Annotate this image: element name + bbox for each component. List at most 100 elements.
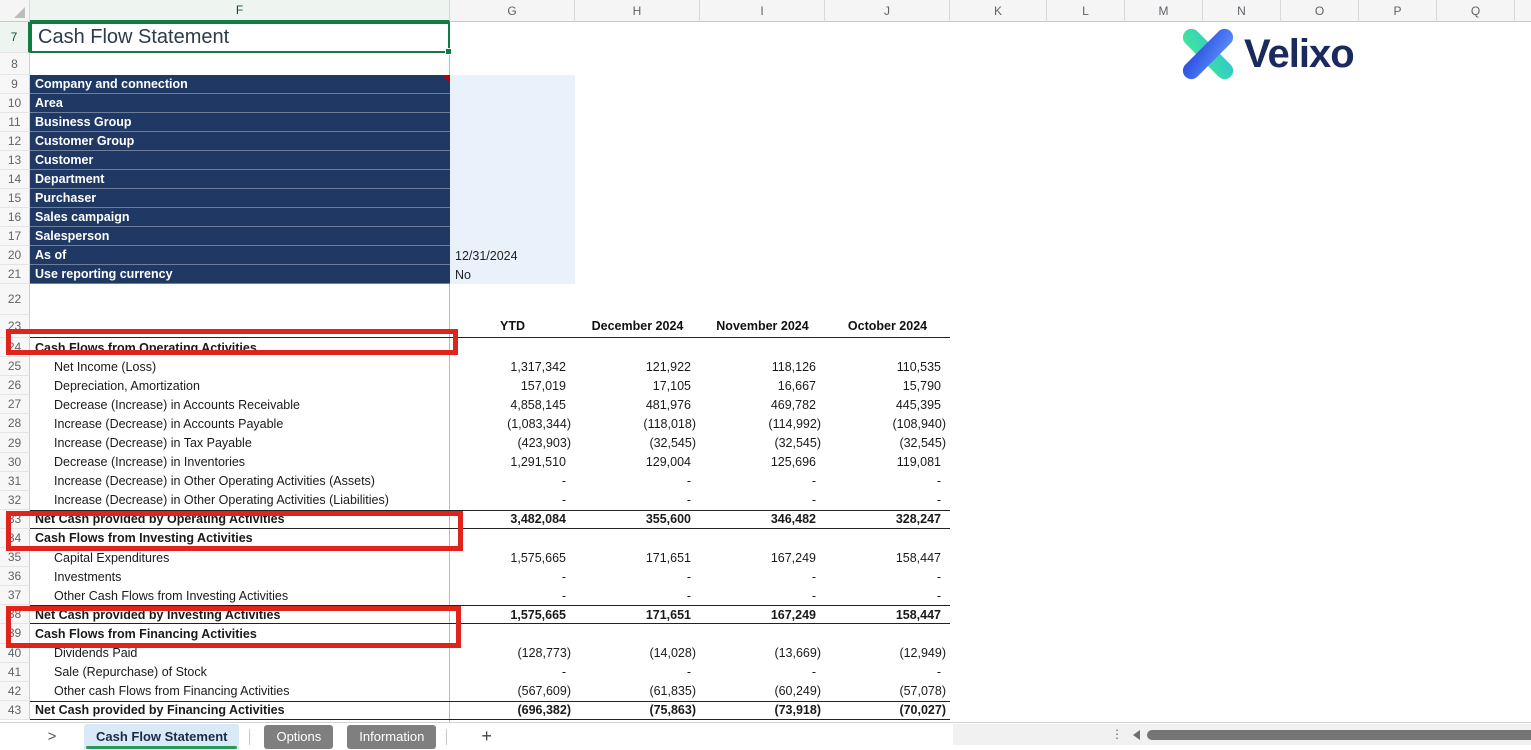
statement-value-cell[interactable]: -: [450, 491, 575, 510]
statement-value-cell[interactable]: 119,081: [825, 453, 950, 472]
statement-value-cell[interactable]: [575, 624, 700, 643]
statement-label-cell[interactable]: Sale (Repurchase) of Stock: [30, 663, 450, 682]
parameter-label-cell[interactable]: Salesperson: [30, 227, 450, 246]
row-number[interactable]: 8: [0, 53, 30, 75]
statement-label-cell[interactable]: Investments: [30, 567, 450, 586]
row-number[interactable]: 20: [0, 246, 30, 265]
statement-value-cell[interactable]: 125,696: [700, 453, 825, 472]
statement-label-cell[interactable]: Other cash Flows from Financing Activiti…: [30, 682, 450, 701]
statement-value-cell[interactable]: (696,382): [450, 702, 575, 719]
statement-value-cell[interactable]: (57,078): [825, 682, 950, 701]
statement-value-cell[interactable]: 16,667: [700, 376, 825, 395]
statement-value-cell[interactable]: -: [575, 491, 700, 510]
statement-value-cell[interactable]: (32,545): [825, 433, 950, 452]
parameter-label-cell[interactable]: Company and connection: [30, 75, 450, 94]
row-number[interactable]: 25: [0, 357, 30, 376]
tab-information[interactable]: Information: [347, 725, 436, 749]
period-header[interactable]: YTD: [450, 315, 575, 337]
statement-value-cell[interactable]: [575, 529, 700, 548]
row-number[interactable]: 41: [0, 663, 30, 682]
statement-value-cell[interactable]: -: [825, 586, 950, 605]
statement-value-cell[interactable]: (567,609): [450, 682, 575, 701]
selected-title-cell[interactable]: Cash Flow Statement: [30, 22, 450, 53]
period-header[interactable]: November 2024: [700, 315, 825, 337]
statement-value-cell[interactable]: (423,903): [450, 433, 575, 452]
row-number[interactable]: 17: [0, 227, 30, 246]
parameter-value-cell[interactable]: No: [450, 265, 575, 284]
statement-label-cell[interactable]: Increase (Decrease) in Other Operating A…: [30, 491, 450, 510]
fill-handle[interactable]: [445, 48, 452, 55]
row-number[interactable]: 9: [0, 75, 30, 94]
column-header-M[interactable]: M: [1125, 0, 1203, 22]
row-number[interactable]: 32: [0, 491, 30, 510]
column-header-Q[interactable]: Q: [1437, 0, 1515, 22]
column-header-O[interactable]: O: [1281, 0, 1359, 22]
statement-value-cell[interactable]: -: [450, 663, 575, 682]
parameter-label-cell[interactable]: Area: [30, 94, 450, 113]
parameter-label-cell[interactable]: As of: [30, 246, 450, 265]
column-header-K[interactable]: K: [950, 0, 1047, 22]
statement-value-cell[interactable]: 1,575,665: [450, 548, 575, 567]
statement-value-cell[interactable]: [450, 338, 575, 357]
statement-value-cell[interactable]: -: [575, 472, 700, 491]
statement-value-cell[interactable]: [700, 624, 825, 643]
parameter-label-cell[interactable]: Use reporting currency: [30, 265, 450, 284]
parameter-value-cell[interactable]: [450, 189, 575, 208]
statement-value-cell[interactable]: (13,669): [700, 644, 825, 663]
row-number[interactable]: 36: [0, 567, 30, 586]
statement-value-cell[interactable]: 328,247: [825, 511, 950, 528]
statement-label-cell[interactable]: Net Cash provided by Financing Activitie…: [30, 702, 450, 719]
statement-value-cell[interactable]: (73,918): [700, 702, 825, 719]
period-header[interactable]: October 2024: [825, 315, 950, 337]
statement-value-cell[interactable]: 129,004: [575, 453, 700, 472]
select-all-corner[interactable]: [0, 0, 30, 22]
statement-value-cell[interactable]: 469,782: [700, 395, 825, 414]
row-number[interactable]: 28: [0, 414, 30, 433]
parameter-label-cell[interactable]: Customer Group: [30, 132, 450, 151]
column-header-F[interactable]: F: [30, 0, 450, 22]
statement-label-cell[interactable]: Depreciation, Amortization: [30, 376, 450, 395]
column-header-I[interactable]: I: [700, 0, 825, 22]
column-header-J[interactable]: J: [825, 0, 950, 22]
statement-label-cell[interactable]: Increase (Decrease) in Other Operating A…: [30, 472, 450, 491]
row-number[interactable]: 10: [0, 94, 30, 113]
column-header-P[interactable]: P: [1359, 0, 1437, 22]
statement-value-cell[interactable]: (128,773): [450, 644, 575, 663]
statement-value-cell[interactable]: [825, 624, 950, 643]
statement-label-cell[interactable]: Decrease (Increase) in Accounts Receivab…: [30, 395, 450, 414]
statement-value-cell[interactable]: [450, 529, 575, 548]
parameter-value-cell[interactable]: [450, 170, 575, 189]
tab-resize-handle-icon[interactable]: ⋮: [1111, 732, 1119, 737]
row-number[interactable]: 13: [0, 151, 30, 170]
scrollbar-thumb[interactable]: [1147, 730, 1531, 740]
parameter-value-cell[interactable]: [450, 113, 575, 132]
parameter-label-cell[interactable]: Purchaser: [30, 189, 450, 208]
row-number[interactable]: 27: [0, 395, 30, 414]
statement-value-cell[interactable]: 118,126: [700, 357, 825, 376]
row-number[interactable]: 7: [0, 22, 30, 53]
statement-value-cell[interactable]: 1,291,510: [450, 453, 575, 472]
statement-value-cell[interactable]: [825, 338, 950, 357]
row-number[interactable]: 26: [0, 376, 30, 395]
statement-value-cell[interactable]: (14,028): [575, 644, 700, 663]
parameter-value-cell[interactable]: [450, 94, 575, 113]
parameter-label-cell[interactable]: Department: [30, 170, 450, 189]
statement-value-cell[interactable]: (114,992): [700, 414, 825, 433]
parameter-value-cell[interactable]: [450, 75, 575, 94]
parameter-label-cell[interactable]: Customer: [30, 151, 450, 170]
statement-value-cell[interactable]: -: [575, 567, 700, 586]
statement-value-cell[interactable]: -: [575, 663, 700, 682]
parameter-label-cell[interactable]: Business Group: [30, 113, 450, 132]
row-number[interactable]: 30: [0, 453, 30, 472]
statement-value-cell[interactable]: -: [825, 472, 950, 491]
statement-value-cell[interactable]: 17,105: [575, 376, 700, 395]
row-number[interactable]: 22: [0, 284, 30, 315]
parameter-value-cell[interactable]: [450, 227, 575, 246]
statement-value-cell[interactable]: [575, 338, 700, 357]
statement-value-cell[interactable]: 171,651: [575, 606, 700, 623]
parameter-value-cell[interactable]: [450, 132, 575, 151]
statement-value-cell[interactable]: [825, 529, 950, 548]
statement-value-cell[interactable]: -: [825, 663, 950, 682]
row-number[interactable]: 21: [0, 265, 30, 284]
statement-value-cell[interactable]: -: [700, 663, 825, 682]
